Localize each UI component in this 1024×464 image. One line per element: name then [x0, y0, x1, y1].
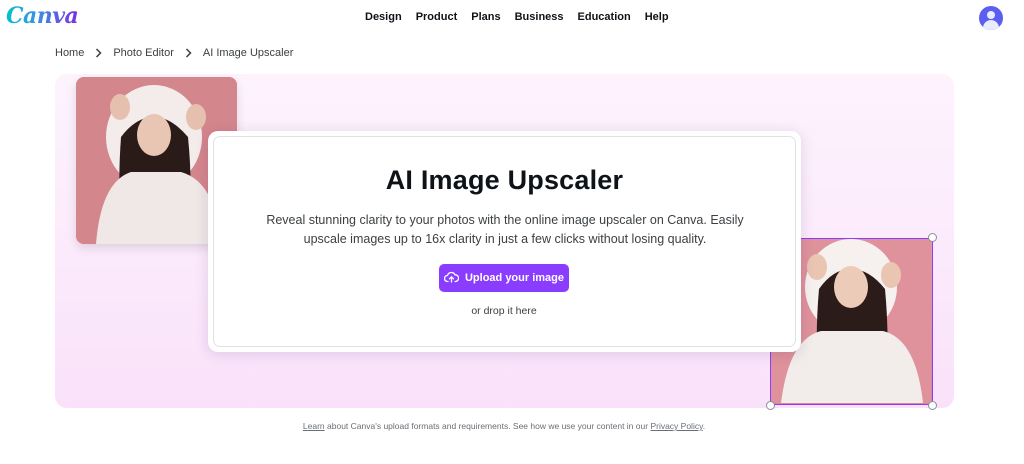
learn-link[interactable]: Learn	[303, 421, 325, 431]
avatar-body	[983, 20, 999, 30]
cloud-upload-icon	[443, 271, 460, 286]
chevron-right-icon	[95, 48, 102, 58]
disclaimer-end: .	[702, 421, 706, 431]
nav-education[interactable]: Education	[578, 11, 631, 23]
nav-business[interactable]: Business	[515, 11, 564, 23]
nav-help[interactable]: Help	[645, 11, 669, 23]
drop-hint: or drop it here	[471, 305, 537, 317]
resize-handle-bottom-right[interactable]	[928, 401, 937, 410]
breadcrumb-home[interactable]: Home	[55, 47, 84, 59]
chevron-right-icon	[185, 48, 192, 58]
main-nav: Design Product Plans Business Education …	[365, 11, 683, 23]
page-title: AI Image Upscaler	[385, 165, 624, 195]
nav-plans[interactable]: Plans	[471, 11, 500, 23]
avatar-head	[987, 11, 995, 19]
user-avatar-icon[interactable]	[979, 6, 1003, 30]
resize-handle-top-right[interactable]	[928, 233, 937, 242]
breadcrumb-photo-editor[interactable]: Photo Editor	[113, 47, 174, 59]
breadcrumb-current: AI Image Upscaler	[202, 47, 294, 59]
upload-button-label: Upload your image	[464, 272, 565, 284]
nav-design[interactable]: Design	[365, 11, 402, 23]
upload-disclaimer: Learn about Canva's upload formats and r…	[0, 421, 1008, 431]
breadcrumb: Home Photo Editor AI Image Upscaler	[55, 47, 293, 59]
canva-logo[interactable]: Canva	[6, 3, 79, 29]
top-header: Canva Design Product Plans Business Educ…	[0, 0, 1024, 36]
privacy-policy-link[interactable]: Privacy Policy	[650, 421, 702, 431]
resize-handle-bottom-left[interactable]	[766, 401, 775, 410]
disclaimer-text: about Canva's upload formats and require…	[327, 421, 649, 431]
page-description: Reveal stunning clarity to your photos w…	[266, 213, 744, 246]
nav-product[interactable]: Product	[416, 11, 458, 23]
upload-image-button[interactable]: Upload your image	[439, 264, 569, 292]
